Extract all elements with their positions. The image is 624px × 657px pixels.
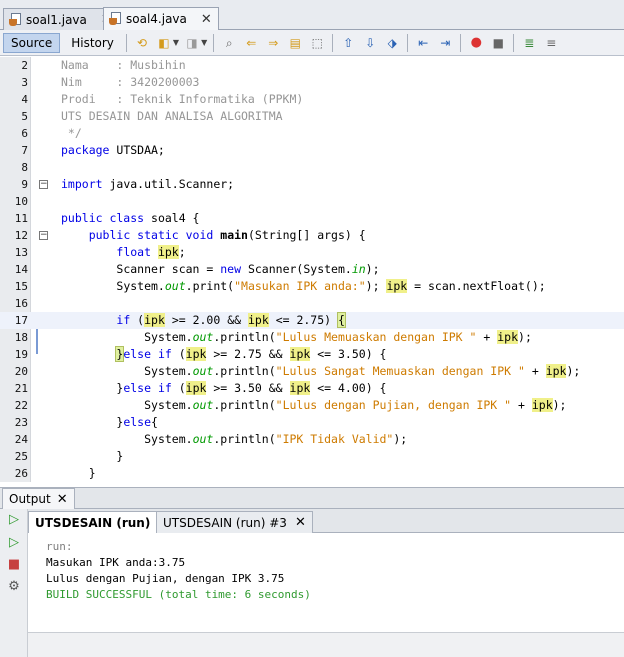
code-line: 9 import java.util.Scanner; [21,177,235,191]
stop-macro-icon[interactable]: ■ [490,35,506,51]
console-line: BUILD SUCCESSFUL (total time: 6 seconds) [46,588,311,601]
back-icon[interactable]: ◧ [156,35,172,51]
code-line: 15 System.out.print("Masukan IPK anda:")… [14,279,546,293]
code-line-current: 17 if (ipk >= 2.00 && ipk <= 2.75) { [0,312,624,329]
shift-right-icon[interactable]: ⇥ [437,35,453,51]
java-file-icon [109,12,122,26]
rerun-with-params-icon[interactable]: ▷ [6,535,22,551]
file-tab-bar: soal1.java ✕ soal4.java ✕ [0,0,624,30]
toolbar-separator [460,33,462,52]
find-selection-icon[interactable]: ▤ [287,35,303,51]
last-edit-icon[interactable]: ⟲ [134,35,150,51]
history-view-button[interactable]: History [63,33,122,53]
code-line: 13 float ipk; [14,245,186,259]
run-tab-utsdesain[interactable]: UTSDESAIN (run) ✕ [28,511,177,533]
code-line: 26 } [14,466,96,480]
fold-toggle-icon[interactable]: − [39,231,48,240]
forward-icon[interactable]: ◨ [184,35,200,51]
file-tab-label: soal4.java [126,12,187,26]
next-bookmark-icon[interactable]: ⇩ [362,35,378,51]
code-line: 12 public static void main(String[] args… [14,228,366,242]
source-view-button[interactable]: Source [3,32,61,53]
close-icon[interactable]: ✕ [201,12,212,27]
output-window-label: Output [9,492,51,506]
output-panel: ▷ ▷ ■ ⚙ UTSDESAIN (run) ✕ UTSDESAIN (run… [0,509,624,657]
file-tab-soal4[interactable]: soal4.java ✕ [103,7,219,30]
code-line: 10 [14,195,28,208]
code-line: 11 public class soal4 { [14,211,200,225]
output-side-toolbar: ▷ ▷ ■ ⚙ [0,509,28,657]
code-line: 20 System.out.println("Lulus Sangat Memu… [14,364,581,378]
close-icon[interactable]: ✕ [57,492,68,507]
code-line: 5 UTS DESAIN DAN ANALISA ALGORITMA [21,109,283,123]
find-next-icon[interactable]: ⇒ [265,35,281,51]
code-line: 16 [14,297,28,310]
console-line: run: [46,540,73,553]
output-window-tabbar: Output ✕ [0,487,624,509]
file-tab-soal1[interactable]: soal1.java ✕ [3,8,119,30]
find-previous-icon[interactable]: ⇐ [243,35,259,51]
run-tab-label: UTSDESAIN (run) [35,515,151,530]
chevron-down-icon[interactable]: ▼ [201,38,207,47]
toolbar-separator [513,33,515,52]
run-tab-bar: UTSDESAIN (run) ✕ UTSDESAIN (run) #3 ✕ [28,509,624,533]
code-line: 8 [21,161,28,174]
stop-icon[interactable]: ■ [6,557,22,573]
code-line: 14 Scanner scan = new Scanner(System.in)… [14,262,380,276]
toolbar-separator [407,33,409,52]
code-line: 7 package UTSDAA; [21,143,165,157]
close-icon[interactable]: ✕ [295,515,306,530]
java-file-icon [9,12,22,27]
find-icon[interactable]: ⌕ [221,35,237,51]
code-line: 21 }else if (ipk >= 3.50 && ipk <= 4.00)… [14,381,387,395]
code-line: 3 Nim : 3420200003 [21,75,200,89]
run-tab-utsdesain-3[interactable]: UTSDESAIN (run) #3 ✕ [156,511,313,533]
code-line: 24 System.out.println("IPK Tidak Valid")… [14,432,408,446]
output-window-tab[interactable]: Output ✕ [2,488,75,509]
code-editor[interactable]: 2 Nama : Musbihin 3 Nim : 3420200003 4 Prod… [0,57,624,482]
rerun-icon[interactable]: ▷ [6,512,22,528]
file-tab-label: soal1.java [26,12,87,27]
settings-icon[interactable]: ⚙ [6,579,22,595]
fold-toggle-icon[interactable]: − [39,180,48,189]
console-output[interactable]: run: Masukan IPK anda:3.75 Lulus dengan … [28,533,624,633]
code-line: 2 Nama : Musbihin [21,58,186,72]
code-line: 4 Prodi : Teknik Informatika (PPKM) [21,92,304,106]
code-line: 18 System.out.println("Lulus Memuaskan d… [14,330,532,344]
code-line: 6 */ [21,126,82,140]
toggle-highlight-icon[interactable]: ⬚ [309,35,325,51]
ide-window: soal1.java ✕ soal4.java ✕ Source History… [0,0,624,657]
comment-icon[interactable]: ≣ [521,35,537,51]
record-macro-icon[interactable]: ● [468,35,484,51]
toolbar-separator [125,33,127,52]
toggle-bookmark-icon[interactable]: ⬗ [384,35,400,51]
code-line: 19 }else if (ipk >= 2.75 && ipk <= 3.50)… [14,346,387,362]
code-line: 22 System.out.println("Lulus dengan Puji… [14,398,567,412]
code-line: 23 }else{ [14,415,158,429]
toolbar-separator [332,33,334,52]
console-line: Lulus dengan Pujian, dengan IPK 3.75 [46,572,285,585]
previous-bookmark-icon[interactable]: ⇧ [340,35,356,51]
console-line: Masukan IPK anda:3.75 [46,556,186,569]
run-tab-label: UTSDESAIN (run) #3 [163,515,287,530]
toolbar-separator [213,33,215,52]
editor-toolbar: Source History ⟲ ◧ ▼ ◨ ▼ ⌕ ⇐ ⇒ ▤ ⬚ ⇧ ⇩ ⬗ ⇤… [0,30,624,56]
uncomment-icon[interactable]: ≡ [543,35,559,51]
shift-left-icon[interactable]: ⇤ [415,35,431,51]
chevron-down-icon[interactable]: ▼ [173,38,179,47]
code-line: 25 } [14,449,124,463]
